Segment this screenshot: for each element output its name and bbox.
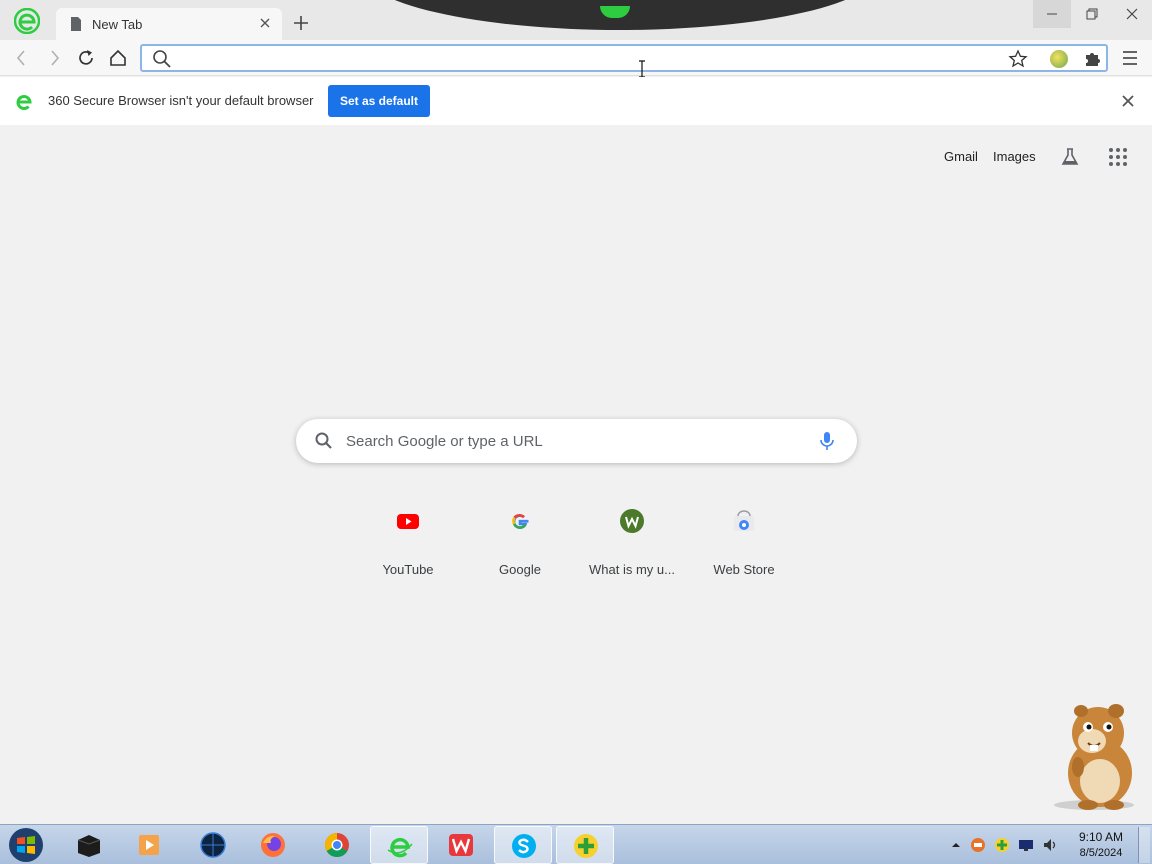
- google-icon: [512, 513, 529, 529]
- taskbar-chrome[interactable]: [308, 826, 366, 864]
- 360-security-icon: [574, 834, 598, 858]
- menu-hamburger-icon[interactable]: [1120, 49, 1140, 67]
- 360-browser-logo-icon: [16, 95, 32, 110]
- start-button-icon[interactable]: [6, 826, 46, 864]
- bookmark-star-icon[interactable]: [1008, 49, 1028, 69]
- labs-flask-icon[interactable]: [1060, 147, 1080, 167]
- puzzle-extensions-icon[interactable]: [1082, 49, 1102, 69]
- shortcut-icon-circle: [608, 497, 656, 545]
- shortcut-web-store[interactable]: Web Store: [688, 497, 800, 587]
- google-apps-grid-icon[interactable]: [1108, 147, 1128, 167]
- taskbar-media-player[interactable]: [120, 826, 178, 864]
- chrome-icon: [324, 833, 349, 858]
- taskbar-360-security[interactable]: [556, 826, 614, 864]
- skype-icon: [512, 834, 536, 858]
- shortcut-icon-circle: [384, 497, 432, 545]
- microphone-icon[interactable]: [818, 431, 836, 451]
- network-monitor-icon[interactable]: [1018, 837, 1034, 853]
- title-bar: New Tab: [0, 0, 1152, 40]
- address-bar[interactable]: [140, 44, 1108, 72]
- shortcut-icon-circle: [720, 497, 768, 545]
- shortcut-label: Web Store: [713, 562, 775, 577]
- file-explorer-icon: [77, 835, 101, 857]
- address-input[interactable]: [180, 48, 1000, 68]
- set-as-default-button[interactable]: Set as default: [328, 85, 430, 117]
- new-tab-plus-icon[interactable]: [292, 14, 310, 32]
- show-hidden-icons-icon[interactable]: [948, 837, 964, 853]
- shortcut-icon-circle: [496, 497, 544, 545]
- tray-360-icon[interactable]: [994, 837, 1010, 853]
- gmail-link[interactable]: Gmail: [944, 149, 978, 164]
- taskbar-wps-office[interactable]: [432, 826, 490, 864]
- forward-icon[interactable]: [44, 48, 64, 68]
- new-tab-page: Gmail Images YouTube: [0, 125, 1152, 824]
- shortcut-label: YouTube: [382, 562, 434, 577]
- hamster-mascot-icon[interactable]: [1048, 701, 1140, 811]
- close-infobar-icon[interactable]: [1120, 93, 1136, 109]
- youtube-icon: [397, 514, 419, 529]
- minimize-icon[interactable]: [1033, 0, 1071, 28]
- whatismy-icon: [620, 509, 644, 533]
- taskbar-360-browser[interactable]: [370, 826, 428, 864]
- shortcut-label: Google: [499, 562, 541, 577]
- text-cursor-icon: [639, 60, 645, 78]
- page-icon: [71, 17, 81, 31]
- close-tab-icon[interactable]: [258, 16, 272, 30]
- volume-icon[interactable]: [1042, 837, 1058, 853]
- tab-new-tab[interactable]: New Tab: [56, 8, 282, 40]
- shortcut-youtube[interactable]: YouTube: [352, 497, 464, 587]
- 360-browser-icon: [387, 837, 413, 858]
- taskbar: 9:10 AM 8/5/2024: [0, 824, 1152, 864]
- web-store-icon: [734, 510, 754, 531]
- infobar-message: 360 Secure Browser isn't your default br…: [48, 93, 314, 108]
- taskbar-skype[interactable]: [494, 826, 552, 864]
- globe-browser-icon: [200, 832, 226, 858]
- media-player-icon: [139, 835, 159, 855]
- back-icon[interactable]: [12, 48, 32, 68]
- clock-date[interactable]: 8/5/2024: [1068, 847, 1134, 859]
- images-link[interactable]: Images: [993, 149, 1036, 164]
- taskbar-file-explorer[interactable]: [60, 826, 118, 864]
- google-search-box[interactable]: [296, 419, 857, 463]
- 360-browser-logo-icon[interactable]: [14, 8, 40, 34]
- firefox-icon: [261, 833, 285, 857]
- shortcut-what-is-my[interactable]: What is my u...: [576, 497, 688, 587]
- search-icon: [153, 50, 171, 68]
- wps-office-icon: [449, 834, 473, 856]
- default-browser-infobar: 360 Secure Browser isn't your default br…: [0, 77, 1152, 125]
- restore-icon[interactable]: [1073, 0, 1111, 28]
- search-input[interactable]: [346, 429, 806, 453]
- tray-app-icon[interactable]: [970, 837, 986, 853]
- extension-icon[interactable]: [1050, 50, 1068, 68]
- taskbar-globe-browser[interactable]: [184, 826, 242, 864]
- shortcut-google[interactable]: Google: [464, 497, 576, 587]
- clock-time[interactable]: 9:10 AM: [1068, 830, 1134, 844]
- home-icon[interactable]: [108, 48, 128, 68]
- browser-toolbar: [0, 40, 1152, 76]
- show-desktop-button[interactable]: [1138, 827, 1150, 863]
- search-icon: [315, 432, 332, 449]
- close-window-icon[interactable]: [1113, 0, 1151, 28]
- tab-title: New Tab: [92, 17, 143, 32]
- reload-icon[interactable]: [76, 48, 96, 68]
- taskbar-firefox[interactable]: [244, 826, 302, 864]
- shortcut-label: What is my u...: [589, 562, 675, 577]
